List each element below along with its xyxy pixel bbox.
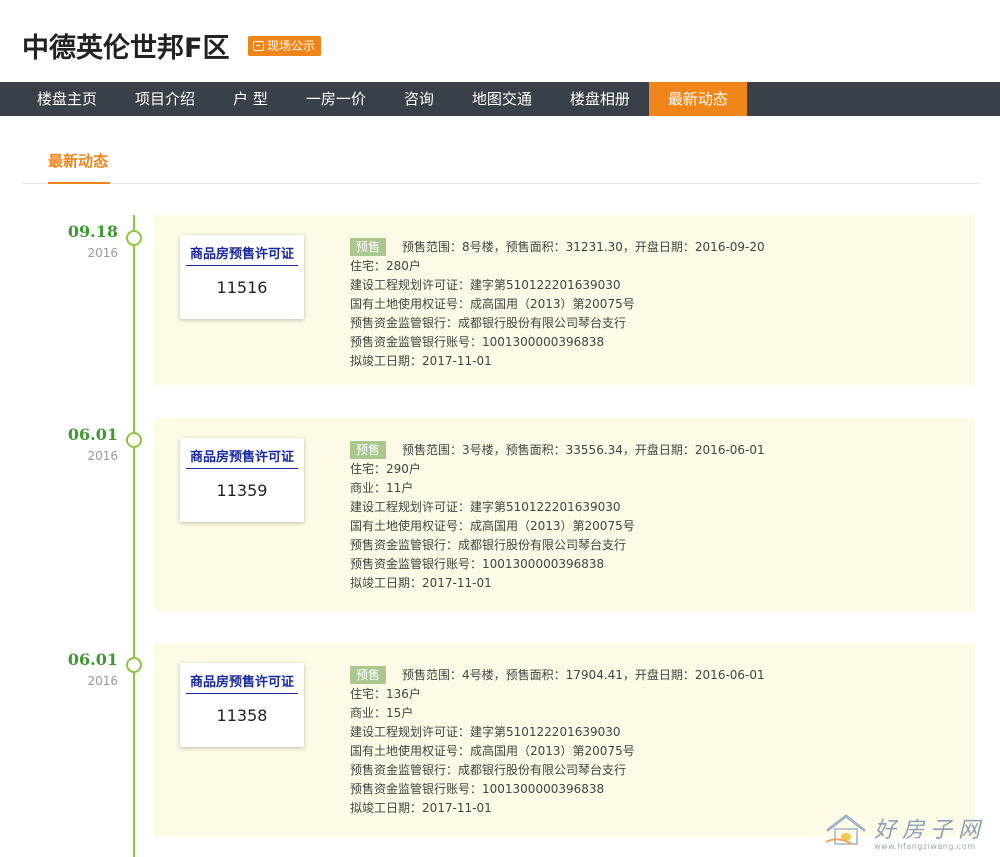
badge-label: 现场公示 — [267, 39, 316, 53]
nav-item-album[interactable]: 楼盘相册 — [551, 82, 649, 116]
info-line: 建设工程规划许可证：建字第510122201639030 — [350, 500, 621, 514]
timeline-line — [133, 215, 135, 857]
presale-summary: 预售范围：8号楼，预售面积：31231.30，开盘日期：2016-09-20 — [402, 240, 765, 254]
license-number: 11359 — [216, 481, 268, 500]
nav-item-project-intro[interactable]: 项目介绍 — [116, 82, 214, 116]
license-number: 11358 — [216, 706, 268, 725]
presale-license-card[interactable]: 商品房预售许可证 11359 — [180, 438, 304, 522]
info-line: 预售资金监管银行账号：1001300000396838 — [350, 782, 605, 796]
entry-info: 预售 预售范围：8号楼，预售面积：31231.30，开盘日期：2016-09-2… — [350, 237, 950, 371]
info-line: 住宅：136户 — [350, 687, 421, 701]
section-divider — [22, 183, 980, 184]
info-line: 预售资金监管银行账号：1001300000396838 — [350, 335, 605, 349]
site-watermark: 好房子网 www.hfangziwang.com — [824, 810, 994, 854]
info-line: 拟竣工日期：2017-11-01 — [350, 576, 492, 590]
license-title: 商品房预售许可证 — [186, 446, 298, 469]
nav-item-floor-plans[interactable]: 户 型 — [214, 82, 287, 116]
presale-tag: 预售 — [350, 238, 387, 256]
presale-license-card[interactable]: 商品房预售许可证 11516 — [180, 235, 304, 319]
license-title: 商品房预售许可证 — [186, 243, 298, 266]
entry-year: 2016 — [87, 246, 118, 260]
entry-info: 预售 预售范围：4号楼，预售面积：17904.41，开盘日期：2016-06-0… — [350, 665, 950, 818]
active-tab-underline — [48, 182, 110, 184]
presale-summary: 预售范围：4号楼，预售面积：17904.41，开盘日期：2016-06-01 — [402, 668, 765, 682]
nav-item-consult[interactable]: 咨询 — [385, 82, 453, 116]
info-line: 预售资金监管银行账号：1001300000396838 — [350, 557, 605, 571]
entry-year: 2016 — [87, 674, 118, 688]
page-title: 中德英伦世邦F区 — [22, 33, 230, 64]
info-line: 住宅：290户 — [350, 462, 421, 476]
tab-latest-news[interactable]: 最新动态 — [48, 150, 108, 171]
presale-summary: 预售范围：3号楼，预售面积：33556.34，开盘日期：2016-06-01 — [402, 443, 765, 457]
presale-tag: 预售 — [350, 666, 387, 684]
info-line: 预售资金监管银行：成都银行股份有限公司琴台支行 — [350, 538, 627, 552]
info-line: 商业：11户 — [350, 481, 414, 495]
info-line: 建设工程规划许可证：建字第510122201639030 — [350, 278, 621, 292]
license-title: 商品房预售许可证 — [186, 671, 298, 694]
info-line: 预售资金监管银行：成都银行股份有限公司琴台支行 — [350, 763, 627, 777]
main-nav: 楼盘主页 项目介绍 户 型 一房一价 咨询 地图交通 楼盘相册 最新动态 — [0, 82, 1000, 116]
entry-date: 06.01 — [67, 650, 118, 669]
info-line: 国有土地使用权证号：成高国用（2013）第20075号 — [350, 297, 635, 311]
onsite-notice-badge[interactable]: 现场公示 — [248, 36, 322, 56]
nav-item-home[interactable]: 楼盘主页 — [0, 82, 116, 116]
info-line: 住宅：280户 — [350, 259, 421, 273]
entry-date: 09.18 — [67, 222, 118, 241]
watermark-text: 好房子网 — [874, 818, 987, 843]
page-header: 中德英伦世邦F区 现场公示 — [0, 0, 1000, 82]
entry-date: 06.01 — [67, 425, 118, 444]
info-line: 商业：15户 — [350, 706, 414, 720]
info-line: 预售资金监管银行：成都银行股份有限公司琴台支行 — [350, 316, 627, 330]
timeline-dot — [126, 230, 142, 246]
notice-icon — [253, 41, 264, 51]
info-line: 建设工程规划许可证：建字第510122201639030 — [350, 725, 621, 739]
presale-tag: 预售 — [350, 441, 387, 459]
info-line: 国有土地使用权证号：成高国用（2013）第20075号 — [350, 744, 635, 758]
info-line: 国有土地使用权证号：成高国用（2013）第20075号 — [350, 519, 635, 533]
nav-item-latest-news[interactable]: 最新动态 — [648, 82, 747, 116]
nav-item-price-list[interactable]: 一房一价 — [287, 82, 385, 116]
house-logo-icon — [825, 814, 866, 845]
entry-year: 2016 — [87, 449, 118, 463]
timeline-dot — [126, 432, 142, 448]
news-card: 商品房预售许可证 11516 预售 预售范围：8号楼，预售面积：31231.30… — [154, 215, 975, 385]
license-number: 11516 — [216, 278, 268, 297]
timeline-dot — [126, 657, 142, 673]
news-card: 商品房预售许可证 11359 预售 预售范围：3号楼，预售面积：33556.34… — [154, 418, 975, 612]
nav-item-map-traffic[interactable]: 地图交通 — [453, 82, 551, 116]
news-card: 商品房预售许可证 11358 预售 预售范围：4号楼，预售面积：17904.41… — [154, 643, 975, 837]
info-line: 拟竣工日期：2017-11-01 — [350, 354, 492, 368]
watermark-url: www.hfangziwang.com — [874, 842, 976, 851]
presale-license-card[interactable]: 商品房预售许可证 11358 — [180, 663, 304, 747]
entry-info: 预售 预售范围：3号楼，预售面积：33556.34，开盘日期：2016-06-0… — [350, 440, 950, 593]
